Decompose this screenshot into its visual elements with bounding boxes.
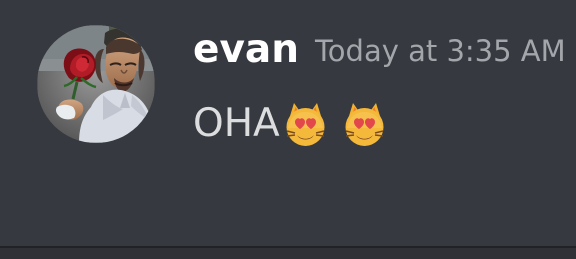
avatar[interactable] (37, 25, 155, 143)
message-content: OHA (193, 95, 390, 153)
smiling-cat-heart-eyes-icon (339, 99, 390, 150)
username[interactable]: evan (193, 28, 299, 72)
timestamp: Today at 3:35 AM (315, 34, 566, 68)
smiling-cat-heart-eyes-icon (280, 99, 331, 150)
chat-message: evan Today at 3:35 AM OHA (0, 0, 576, 246)
bottom-strip (0, 248, 576, 259)
message-text: OHA (193, 101, 280, 146)
